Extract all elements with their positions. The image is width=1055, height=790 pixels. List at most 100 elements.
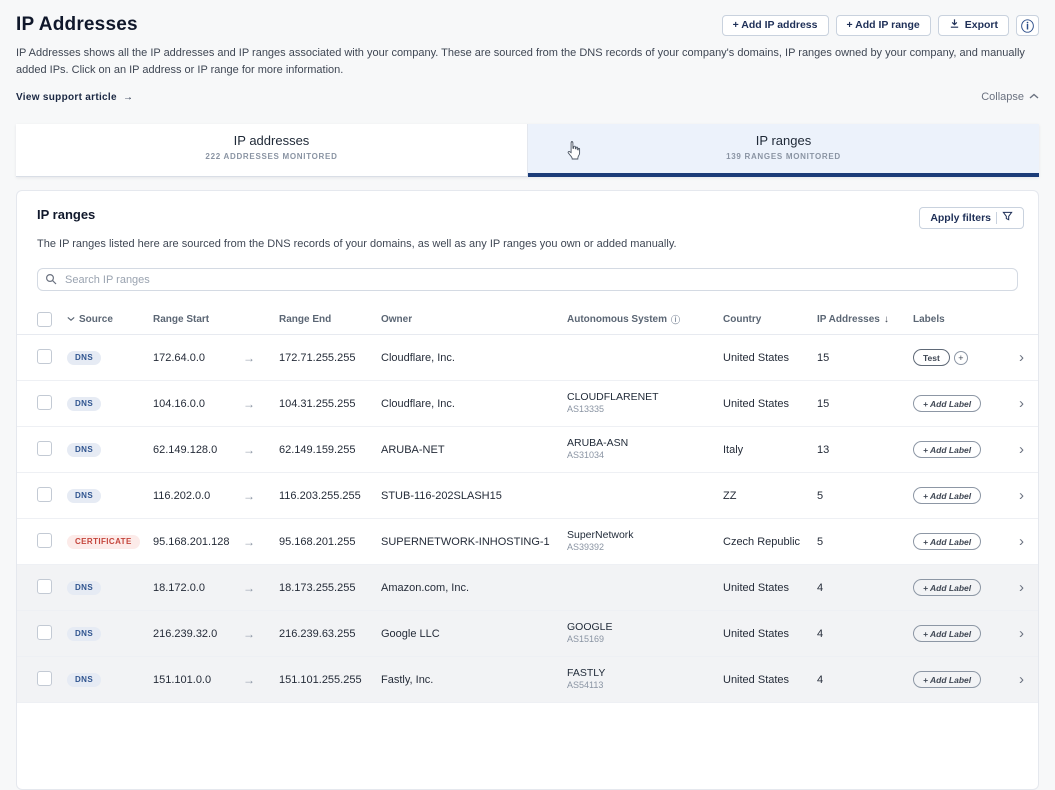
column-range-start[interactable]: Range Start bbox=[153, 314, 243, 325]
ip-count: 4 bbox=[817, 628, 913, 640]
source-badge: DNS bbox=[67, 397, 101, 411]
label-pill[interactable]: Test bbox=[913, 349, 950, 366]
range-end: 95.168.201.255 bbox=[279, 536, 381, 548]
column-range-end[interactable]: Range End bbox=[279, 314, 381, 325]
as-number: AS54113 bbox=[567, 680, 723, 691]
column-ip-addresses[interactable]: IP Addresses ↓ bbox=[817, 314, 913, 325]
tab-bar: IP addresses 222 ADDRESSES MONITORED IP … bbox=[16, 124, 1039, 177]
collapse-link[interactable]: Collapse bbox=[981, 91, 1039, 103]
add-label-button[interactable]: + Add Label bbox=[913, 533, 981, 550]
range-start: 104.16.0.0 bbox=[153, 398, 243, 410]
add-label-button[interactable]: + Add Label bbox=[913, 441, 981, 458]
chevron-right-icon: › bbox=[1007, 349, 1024, 366]
ip-count: 13 bbox=[817, 444, 913, 456]
country: United States bbox=[723, 628, 817, 640]
export-button[interactable]: Export bbox=[938, 15, 1009, 36]
chevron-right-icon: › bbox=[1007, 441, 1024, 458]
range-end: 62.149.159.255 bbox=[279, 444, 381, 456]
ip-count: 4 bbox=[817, 674, 913, 686]
table-row[interactable]: DNS 18.172.0.0 → 18.173.255.255 Amazon.c… bbox=[17, 565, 1038, 611]
tab-ip-addresses[interactable]: IP addresses 222 ADDRESSES MONITORED bbox=[16, 124, 527, 177]
arrow-right-icon: → bbox=[243, 627, 279, 641]
range-start: 172.64.0.0 bbox=[153, 352, 243, 364]
info-icon: ⓘ bbox=[1021, 16, 1034, 35]
arrow-right-icon: → bbox=[243, 535, 279, 549]
apply-filters-button[interactable]: Apply filters bbox=[919, 207, 1024, 229]
table-row[interactable]: DNS 216.239.32.0 → 216.239.63.255 Google… bbox=[17, 611, 1038, 657]
table-row[interactable]: DNS 62.149.128.0 → 62.149.159.255 ARUBA-… bbox=[17, 427, 1038, 473]
support-article-link[interactable]: View support article → bbox=[16, 92, 133, 103]
table-row[interactable]: DNS 116.202.0.0 → 116.203.255.255 STUB-1… bbox=[17, 473, 1038, 519]
country: ZZ bbox=[723, 490, 817, 502]
tab-ip-ranges[interactable]: IP ranges 139 RANGES MONITORED bbox=[527, 124, 1039, 177]
add-label-button[interactable]: + Add Label bbox=[913, 625, 981, 642]
range-start: 216.239.32.0 bbox=[153, 628, 243, 640]
chevron-right-icon: › bbox=[1007, 671, 1024, 688]
owner: ARUBA-NET bbox=[381, 444, 567, 456]
divider bbox=[996, 212, 997, 224]
country: Italy bbox=[723, 444, 817, 456]
row-checkbox[interactable] bbox=[37, 579, 52, 594]
row-checkbox[interactable] bbox=[37, 349, 52, 364]
add-label-button[interactable]: + Add Label bbox=[913, 395, 981, 412]
column-owner[interactable]: Owner bbox=[381, 314, 567, 325]
add-label-button[interactable]: + Add Label bbox=[913, 487, 981, 504]
labels-cell: + Add Label bbox=[913, 441, 1007, 458]
chevron-right-icon: › bbox=[1007, 533, 1024, 550]
row-checkbox[interactable] bbox=[37, 395, 52, 410]
country: United States bbox=[723, 352, 817, 364]
add-label-plus-button[interactable]: + bbox=[954, 351, 968, 365]
owner: Google LLC bbox=[381, 628, 567, 640]
row-checkbox[interactable] bbox=[37, 441, 52, 456]
country: United States bbox=[723, 674, 817, 686]
table-header: Source Range Start Range End Owner Auton… bbox=[17, 305, 1038, 335]
info-button[interactable]: ⓘ bbox=[1016, 15, 1039, 36]
table-body: DNS 172.64.0.0 → 172.71.255.255 Cloudfla… bbox=[17, 335, 1038, 703]
range-start: 95.168.201.128 bbox=[153, 536, 243, 548]
chevron-right-icon: › bbox=[1007, 395, 1024, 412]
row-checkbox[interactable] bbox=[37, 671, 52, 686]
source-badge: DNS bbox=[67, 673, 101, 687]
table-row[interactable]: Certificate 95.168.201.128 → 95.168.201.… bbox=[17, 519, 1038, 565]
as-number: AS15169 bbox=[567, 634, 723, 645]
country: Czech Republic bbox=[723, 536, 817, 548]
table-row[interactable]: DNS 151.101.0.0 → 151.101.255.255 Fastly… bbox=[17, 657, 1038, 703]
source-badge: Certificate bbox=[67, 535, 140, 549]
row-checkbox[interactable] bbox=[37, 533, 52, 548]
range-end: 18.173.255.255 bbox=[279, 582, 381, 594]
source-badge: DNS bbox=[67, 351, 101, 365]
labels-cell: Test + bbox=[913, 349, 1007, 366]
search-input[interactable] bbox=[37, 268, 1018, 291]
info-icon: ⓘ bbox=[671, 313, 680, 326]
table-row[interactable]: DNS 104.16.0.0 → 104.31.255.255 Cloudfla… bbox=[17, 381, 1038, 427]
page-header: IP Addresses + Add IP address + Add IP r… bbox=[0, 0, 1055, 103]
select-all-checkbox[interactable] bbox=[37, 312, 52, 327]
panel-description: The IP ranges listed here are sourced fr… bbox=[37, 238, 1018, 250]
range-start: 151.101.0.0 bbox=[153, 674, 243, 686]
add-ip-range-button[interactable]: + Add IP range bbox=[836, 15, 931, 36]
chevron-down-icon[interactable] bbox=[67, 314, 75, 325]
ip-count: 5 bbox=[817, 536, 913, 548]
add-ip-address-button[interactable]: + Add IP address bbox=[722, 15, 829, 36]
row-checkbox[interactable] bbox=[37, 487, 52, 502]
column-autonomous-system[interactable]: Autonomous System ⓘ bbox=[567, 313, 723, 326]
labels-cell: + Add Label bbox=[913, 671, 1007, 688]
range-end: 216.239.63.255 bbox=[279, 628, 381, 640]
chevron-up-icon bbox=[1029, 91, 1039, 103]
owner: Amazon.com, Inc. bbox=[381, 582, 567, 594]
ip-count: 15 bbox=[817, 352, 913, 364]
arrow-right-icon: → bbox=[243, 443, 279, 457]
labels-cell: + Add Label bbox=[913, 395, 1007, 412]
add-label-button[interactable]: + Add Label bbox=[913, 671, 981, 688]
column-country[interactable]: Country bbox=[723, 314, 817, 325]
source-badge: DNS bbox=[67, 489, 101, 503]
add-label-button[interactable]: + Add Label bbox=[913, 579, 981, 596]
ip-count: 5 bbox=[817, 490, 913, 502]
column-source[interactable]: Source bbox=[67, 314, 153, 325]
country: United States bbox=[723, 582, 817, 594]
ip-count: 15 bbox=[817, 398, 913, 410]
table-row[interactable]: DNS 172.64.0.0 → 172.71.255.255 Cloudfla… bbox=[17, 335, 1038, 381]
chevron-right-icon: › bbox=[1007, 487, 1024, 504]
row-checkbox[interactable] bbox=[37, 625, 52, 640]
page-description: IP Addresses shows all the IP addresses … bbox=[16, 45, 1031, 78]
